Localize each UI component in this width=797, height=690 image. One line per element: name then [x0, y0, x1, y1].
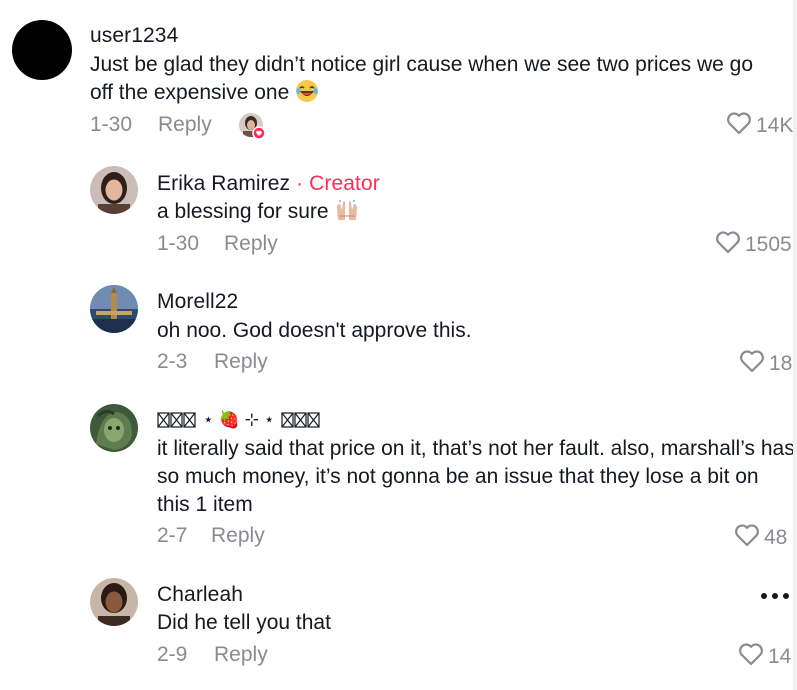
like-button[interactable]: 1505 — [715, 230, 792, 260]
reply-button[interactable]: Reply — [214, 643, 268, 667]
creator-badge: · Creator — [290, 172, 380, 195]
comment-username-text: Erika Ramirez — [157, 172, 291, 195]
creator-liked-avatar — [239, 113, 266, 140]
like-count: 14 — [768, 645, 792, 668]
comment-text: Just be glad they didn’t notice girl cau… — [90, 51, 780, 111]
heart-outline-icon — [734, 523, 764, 553]
comment-text: a blessing for sure — [157, 198, 757, 230]
unsupported-glyph-icon — [280, 411, 321, 429]
like-count: 1505 — [745, 233, 792, 256]
comment-date: 1-30 — [90, 113, 133, 136]
unsupported-glyph-icon — [157, 411, 197, 429]
comment-text: oh noo. God doesn't approve this. — [157, 319, 472, 342]
more-dots-icon[interactable] — [760, 586, 790, 606]
reply-button[interactable]: Reply — [224, 232, 278, 256]
comment-date: 2-7 — [157, 524, 188, 547]
like-button[interactable]: 18 — [739, 349, 792, 379]
heart-outline-icon — [726, 111, 756, 141]
comment-date: 2-9 — [157, 643, 188, 666]
comment-username[interactable]: Erika Ramirez · Creator — [157, 172, 380, 196]
avatar[interactable] — [90, 578, 138, 626]
like-count: 14K — [756, 114, 794, 137]
comment-date: 1-30 — [157, 232, 200, 255]
comment-date: 2-3 — [157, 350, 188, 373]
like-count: 18 — [769, 352, 793, 375]
heart-outline-icon — [738, 642, 768, 672]
like-count: 48 — [764, 526, 788, 549]
like-button[interactable]: 48 — [734, 523, 787, 553]
comment-text-body: Just be glad they didn’t notice girl cau… — [90, 53, 754, 104]
heart-outline-icon — [739, 349, 769, 379]
praying-hands-emoji-icon — [334, 198, 360, 230]
comment-username[interactable]: Morell22 — [157, 290, 238, 314]
comment-username[interactable]: Charleah — [157, 583, 243, 607]
reply-button[interactable]: Reply — [211, 524, 265, 548]
avatar[interactable] — [90, 404, 138, 452]
avatar[interactable] — [90, 285, 138, 333]
comment-text: Did he tell you that — [157, 611, 331, 634]
avatar[interactable] — [12, 20, 72, 80]
reply-button[interactable]: Reply — [158, 113, 212, 137]
like-button[interactable]: 14K — [726, 111, 793, 141]
comment-username[interactable]: user1234 — [90, 24, 178, 48]
reply-button[interactable]: Reply — [214, 350, 268, 374]
comment-text: it literally said that price on it, that… — [157, 437, 795, 516]
laughing-emoji-icon — [295, 79, 319, 111]
avatar[interactable] — [90, 166, 138, 214]
comment-text-body: a blessing for sure — [157, 200, 329, 223]
comment-username-text: ⋆ 🍓 ⊹ ⋆ — [203, 410, 275, 429]
comment-username[interactable]: ⋆ 🍓 ⊹ ⋆ — [157, 410, 321, 430]
scrollbar[interactable] — [793, 0, 797, 690]
heart-outline-icon — [715, 230, 745, 260]
like-button[interactable]: 14 — [738, 642, 791, 672]
